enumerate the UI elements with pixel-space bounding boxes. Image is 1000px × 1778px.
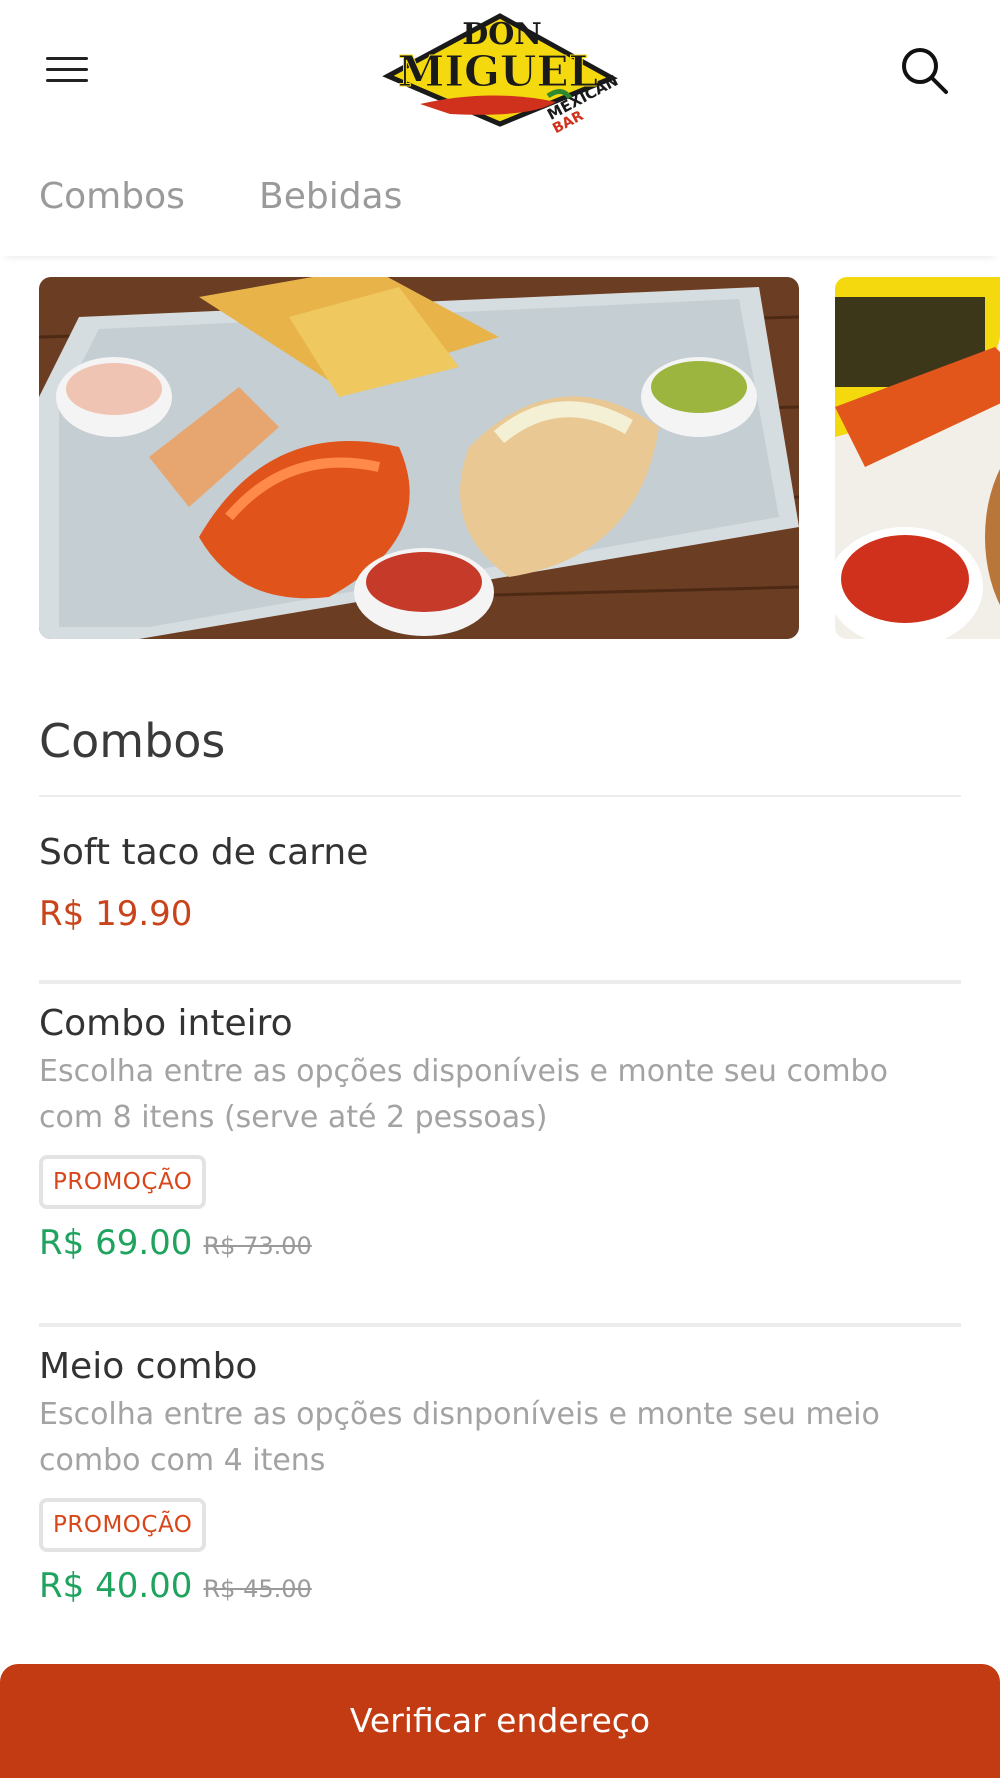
- product-old-price: R$ 73.00: [203, 1232, 312, 1260]
- verify-address-button[interactable]: Verificar endereço: [0, 1664, 1000, 1778]
- product-description: Escolha entre as opções disponíveis e mo…: [39, 1054, 888, 1135]
- banner-carousel[interactable]: [0, 277, 1000, 641]
- promo-badge: PROMOÇÃO: [39, 1155, 207, 1209]
- product-old-price: R$ 45.00: [203, 1575, 312, 1603]
- tab-bebidas[interactable]: Bebidas: [259, 176, 402, 217]
- product-soft-taco[interactable]: Soft taco de carne R$ 19.90: [39, 830, 961, 936]
- don-miguel-logo[interactable]: DON MIGUEL MEXICAN BAR: [380, 6, 620, 134]
- logo-text-miguel: MIGUEL: [398, 47, 598, 96]
- tab-combos[interactable]: Combos: [39, 176, 185, 217]
- divider: [39, 1323, 961, 1327]
- banner-image-food-platter[interactable]: [39, 277, 799, 639]
- divider: [39, 795, 961, 797]
- product-combo-inteiro[interactable]: Combo inteiro Escolha entre as opções di…: [39, 1001, 961, 1265]
- section-title-combos: Combos: [39, 714, 226, 768]
- product-name: Soft taco de carne: [39, 832, 369, 873]
- divider: [39, 980, 961, 984]
- category-tabs: Combos Bebidas: [0, 140, 1000, 256]
- product-description: Escolha entre as opções disnponíveis e m…: [39, 1397, 880, 1478]
- hamburger-menu-icon[interactable]: [40, 48, 94, 92]
- product-price: R$ 19.90: [39, 894, 193, 934]
- product-meio-combo[interactable]: Meio combo Escolha entre as opções disnp…: [39, 1344, 961, 1608]
- promo-badge: PROMOÇÃO: [39, 1498, 207, 1552]
- product-name: Combo inteiro: [39, 1003, 293, 1044]
- product-price: R$ 69.00: [39, 1223, 193, 1263]
- app-header: DON MIGUEL MEXICAN BAR: [0, 0, 1000, 140]
- banner-image-logo[interactable]: [835, 277, 1000, 639]
- product-name: Meio combo: [39, 1346, 258, 1387]
- product-price: R$ 40.00: [39, 1566, 193, 1606]
- search-icon[interactable]: [898, 44, 952, 98]
